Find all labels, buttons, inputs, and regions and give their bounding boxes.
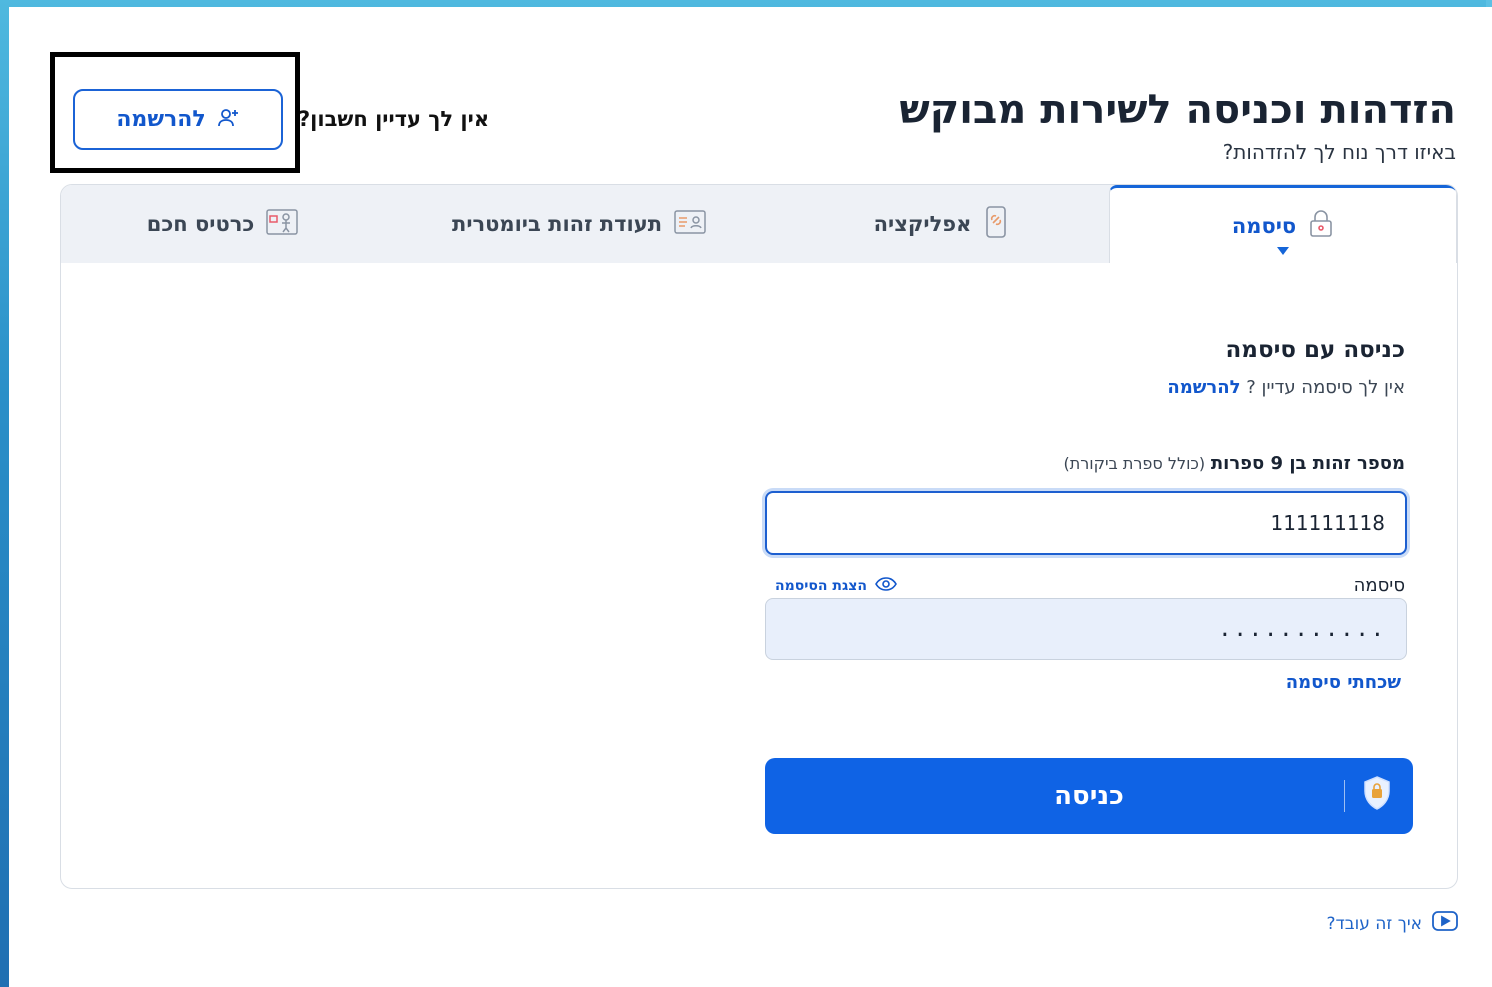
tab-smart-card[interactable]: כרטיס חכם — [61, 185, 384, 263]
register-button-label: להרשמה — [116, 107, 206, 132]
submit-icon-group — [1344, 775, 1393, 818]
tab-biometric-id-label: תעודת זהות ביומטרית — [451, 212, 663, 236]
how-it-works-link[interactable]: איך זה עובד? — [1326, 911, 1458, 936]
id-label-note: (כולל ספרת ביקורת) — [1063, 454, 1206, 473]
no-password-line: אין לך סיסמה עדיין ? להרשמה — [1167, 377, 1405, 398]
shield-icon — [1361, 775, 1393, 818]
id-label-main: מספר זהות בן 9 ספרות — [1210, 453, 1405, 474]
login-submit-button[interactable]: כניסה — [765, 758, 1413, 834]
tab-biometric-id[interactable]: תעודת זהות ביומטרית — [384, 185, 774, 263]
how-it-works-label: איך זה עובד? — [1326, 913, 1422, 934]
auth-method-tabs: סיסמה אפליקציה תעודת זהות ביומטרית כרטיס… — [61, 185, 1457, 263]
password-label: סיסמה — [1353, 575, 1405, 596]
submit-divider — [1344, 780, 1345, 812]
page-subtitle: באיזו דרך נוח לך להזדהות? — [1222, 140, 1456, 164]
active-tab-indicator — [1277, 247, 1289, 255]
eye-icon — [875, 577, 897, 595]
form-title: כניסה עם סיסמה — [1225, 337, 1406, 363]
password-input[interactable] — [765, 598, 1407, 660]
id-number-input[interactable] — [765, 491, 1407, 555]
lock-icon — [1308, 208, 1334, 243]
show-password-label: הצגת הסיסמה — [775, 578, 867, 594]
login-card: סיסמה אפליקציה תעודת זהות ביומטרית כרטיס… — [60, 184, 1458, 889]
submit-label: כניסה — [1054, 781, 1124, 811]
no-password-text: אין לך סיסמה עדיין ? — [1246, 377, 1405, 398]
no-account-text: אין לך עדיין חשבון? — [298, 107, 490, 131]
tab-app-label: אפליקציה — [873, 212, 972, 236]
id-field-label: מספר זהות בן 9 ספרות (כולל ספרת ביקורת) — [1063, 453, 1405, 474]
tab-app[interactable]: אפליקציה — [774, 185, 1109, 263]
page-title: הזדהות וכניסה לשירות מבוקש — [899, 87, 1456, 133]
register-link[interactable]: להרשמה — [1167, 377, 1240, 398]
phone-link-icon — [983, 205, 1009, 244]
forgot-password-link[interactable]: שכחתי סיסמה — [1286, 672, 1401, 693]
tab-smart-card-label: כרטיס חכם — [146, 212, 255, 236]
show-password-toggle[interactable]: הצגת הסיסמה — [775, 577, 897, 595]
play-video-icon — [1432, 911, 1458, 936]
login-page: הזדהות וכניסה לשירות מבוקש באיזו דרך נוח… — [9, 7, 1492, 987]
id-card-icon — [674, 209, 706, 240]
add-user-icon — [216, 106, 240, 134]
tab-password[interactable]: סיסמה — [1109, 185, 1457, 263]
smart-card-icon — [266, 208, 299, 241]
register-button[interactable]: להרשמה — [73, 89, 283, 150]
tab-password-label: סיסמה — [1231, 213, 1297, 238]
